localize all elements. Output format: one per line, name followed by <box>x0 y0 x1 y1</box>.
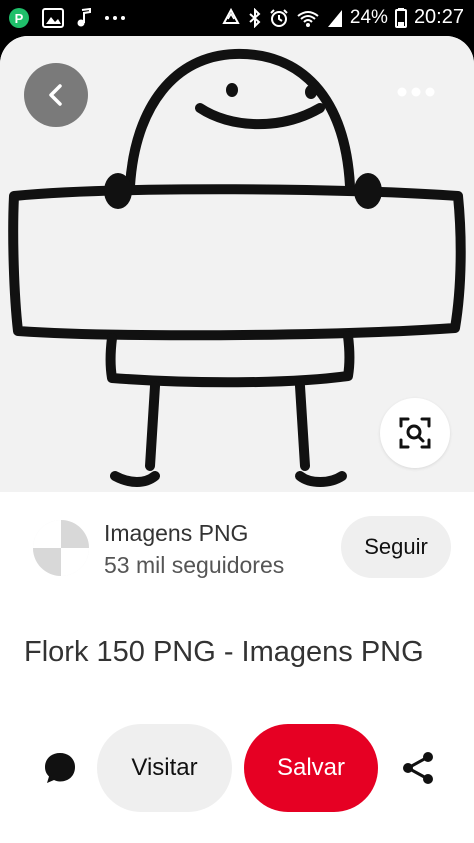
pin-title: Flork 150 PNG - Imagens PNG <box>24 636 424 668</box>
back-button[interactable] <box>24 63 88 127</box>
status-time: 20:27 <box>413 6 464 28</box>
action-bar: Visitar Salvar <box>0 722 474 814</box>
wifi-icon <box>297 10 319 27</box>
back-arrow-icon <box>49 84 62 106</box>
comment-button[interactable] <box>38 746 82 790</box>
more-options-icon <box>397 87 435 97</box>
more-options-button[interactable] <box>388 74 444 110</box>
visit-button[interactable]: Visitar <box>97 724 232 812</box>
recycle-icon <box>222 7 240 24</box>
battery-percent: 24% <box>349 6 388 28</box>
alarm-icon <box>270 8 288 27</box>
image-icon <box>42 8 64 28</box>
creator-followers: 53 mil seguidores <box>104 552 285 578</box>
more-dots-icon <box>105 16 125 20</box>
avatar-image <box>33 520 89 576</box>
follow-button[interactable]: Seguir <box>341 516 451 578</box>
visual-search-icon <box>399 417 431 449</box>
avatar[interactable] <box>33 520 89 576</box>
creator-row: Imagens PNG 53 mil seguidores Seguir <box>0 514 474 594</box>
app-p-icon: P <box>9 8 29 28</box>
visual-search-button[interactable] <box>380 398 450 468</box>
status-left-icons: P <box>8 7 126 29</box>
save-button[interactable]: Salvar <box>244 724 378 812</box>
svg-text:P: P <box>15 11 24 26</box>
pin-closeup-card: Imagens PNG 53 mil seguidores Seguir Flo… <box>0 36 474 843</box>
status-bar: P 24% 20:27 <box>0 0 474 36</box>
pin-image[interactable] <box>0 36 474 492</box>
status-right-icons: 24% 20:27 <box>221 6 464 29</box>
creator-name[interactable]: Imagens PNG <box>104 520 248 547</box>
music-note-icon <box>77 8 91 27</box>
battery-icon <box>394 7 407 28</box>
bluetooth-icon <box>249 7 261 28</box>
comment-icon <box>45 753 75 783</box>
share-icon <box>403 752 433 784</box>
share-button[interactable] <box>396 746 440 790</box>
signal-icon <box>327 9 342 27</box>
